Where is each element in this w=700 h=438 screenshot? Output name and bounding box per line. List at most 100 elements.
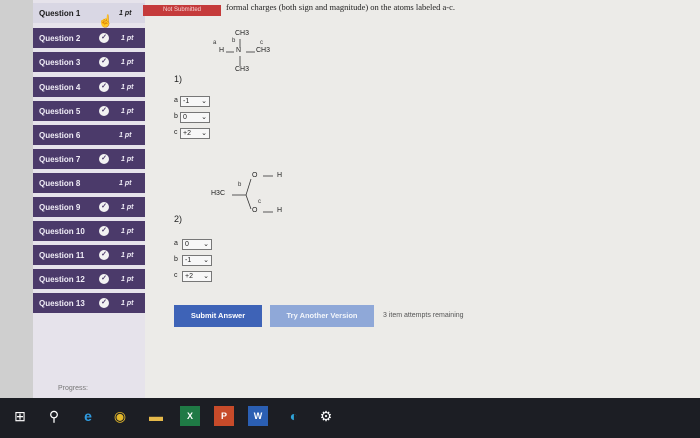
points-label: 1 pt <box>121 34 134 42</box>
file-explorer-icon[interactable]: ▬ <box>146 406 166 426</box>
question-label: Question 5 <box>39 106 81 116</box>
points-label: 1 pt <box>121 107 134 115</box>
part-1-number: 1) <box>174 74 183 84</box>
selected-value: 0 <box>185 241 189 248</box>
points-label: 1 pt <box>121 58 134 66</box>
sidebar-item-question-1[interactable]: Question 1 1 pt <box>33 3 145 23</box>
points-label: 1 pt <box>121 227 134 235</box>
sidebar-item-question-3[interactable]: Question 3 ✓ 1 pt <box>33 52 145 72</box>
status-badge: Not Submitted <box>143 5 221 16</box>
check-icon: ✓ <box>99 154 109 164</box>
methyl-top: CH3 <box>235 30 250 37</box>
check-icon: ✓ <box>99 33 109 43</box>
question-label: Question 7 <box>39 154 81 164</box>
question-label: Question 1 <box>39 8 81 18</box>
search-icon[interactable]: ⚲ <box>44 406 64 426</box>
question-label: Question 6 <box>39 130 81 140</box>
chevron-down-icon: ⌄ <box>203 241 209 248</box>
molecule-1-bonds <box>226 39 255 66</box>
sidebar-item-question-8[interactable]: Question 8 1 pt <box>33 173 145 193</box>
answer-select-1c[interactable]: +2 ⌄ <box>180 128 210 139</box>
points-label: 1 pt <box>119 9 132 17</box>
points-label: 1 pt <box>119 131 132 139</box>
label-b: b <box>232 38 236 44</box>
edge-icon[interactable]: e <box>78 406 98 426</box>
points-label: 1 pt <box>119 179 132 187</box>
selected-value: +2 <box>185 273 193 280</box>
label-a: a <box>213 40 217 46</box>
attempts-remaining: 3 item attempts remaining <box>383 312 464 319</box>
points-label: 1 pt <box>121 251 134 259</box>
selected-value: -1 <box>185 257 192 264</box>
methyl-bottom: CH3 <box>235 66 250 73</box>
sidebar-item-question-5[interactable]: Question 5 ✓ 1 pt <box>33 101 145 121</box>
check-icon: ✓ <box>99 57 109 67</box>
settings-icon[interactable]: ⚙ <box>316 406 336 426</box>
question-label: Question 9 <box>39 202 81 212</box>
check-icon: ✓ <box>99 298 109 308</box>
answer-label-a: a <box>174 97 178 104</box>
check-icon: ✓ <box>99 202 109 212</box>
answer-select-2a[interactable]: 0 ⌄ <box>182 239 212 250</box>
points-label: 1 pt <box>121 299 134 307</box>
answer-label-a: a <box>174 240 178 247</box>
points-label: 1 pt <box>121 203 134 211</box>
check-icon: ✓ <box>99 274 109 284</box>
sidebar-item-question-10[interactable]: Question 10 ✓ 1 pt <box>33 221 145 241</box>
answer-select-2b[interactable]: -1 ⌄ <box>182 255 212 266</box>
points-label: 1 pt <box>121 275 134 283</box>
sidebar-item-question-11[interactable]: Question 11 ✓ 1 pt <box>33 245 145 265</box>
sidebar-item-question-4[interactable]: Question 4 ✓ 1 pt <box>33 77 145 97</box>
chrome-icon[interactable]: ◉ <box>110 406 130 426</box>
chevron-down-icon: ⌄ <box>203 257 209 264</box>
question-label: Question 12 <box>39 274 85 284</box>
part-2-number: 2) <box>174 214 183 224</box>
submit-answer-button[interactable]: Submit Answer <box>174 305 262 327</box>
selected-value: +2 <box>183 130 191 137</box>
points-label: 1 pt <box>121 83 134 91</box>
try-another-version-button[interactable]: Try Another Version <box>270 305 374 327</box>
answer-select-2c[interactable]: +2 ⌄ <box>182 271 212 282</box>
sidebar-item-question-13[interactable]: Question 13 ✓ 1 pt <box>33 293 145 313</box>
question-prompt: formal charges (both sign and magnitude)… <box>226 2 456 12</box>
screen: Question 1 1 pt Question 2 ✓ 1 pt Questi… <box>0 0 700 438</box>
sidebar-item-question-12[interactable]: Question 12 ✓ 1 pt <box>33 269 145 289</box>
check-icon: ✓ <box>99 250 109 260</box>
taskbar <box>0 398 700 438</box>
answer-select-1b[interactable]: 0 ⌄ <box>180 112 210 123</box>
atom-n: N <box>236 47 242 54</box>
powerpoint-icon[interactable]: P <box>214 406 234 426</box>
atom-h-top: H <box>277 172 283 179</box>
question-label: Question 8 <box>39 178 81 188</box>
question-label: Question 13 <box>39 298 85 308</box>
answer-select-1a[interactable]: -1 ⌄ <box>180 96 210 107</box>
windows-icon[interactable]: ⊞ <box>10 406 30 426</box>
atom-h: H <box>219 47 225 54</box>
selected-value: -1 <box>183 98 190 105</box>
sidebar-item-question-9[interactable]: Question 9 ✓ 1 pt <box>33 197 145 217</box>
question-label: Question 10 <box>39 226 85 236</box>
word-icon[interactable]: W <box>248 406 268 426</box>
chevron-down-icon: ⌄ <box>201 98 207 105</box>
hand-cursor-icon: ☝ <box>98 14 113 28</box>
progress-label: Progress: <box>58 385 88 392</box>
question-label: Question 2 <box>39 33 81 43</box>
sidebar-item-question-7[interactable]: Question 7 ✓ 1 pt <box>33 149 145 169</box>
label-c: c <box>260 40 263 46</box>
excel-icon[interactable]: X <box>180 406 200 426</box>
check-icon: ✓ <box>99 106 109 116</box>
left-margin <box>0 0 33 400</box>
chevron-down-icon: ⌄ <box>201 130 207 137</box>
check-icon: ✓ <box>99 82 109 92</box>
answer-label-b: b <box>174 256 178 263</box>
check-icon: ✓ <box>99 226 109 236</box>
edge-new-icon[interactable]: ◐ <box>284 406 304 426</box>
question-label: Question 11 <box>39 250 85 260</box>
sidebar-item-question-2[interactable]: Question 2 ✓ 1 pt <box>33 28 145 48</box>
methyl-left: H3C <box>211 190 226 197</box>
label-c: c <box>258 199 261 205</box>
sidebar-item-question-6[interactable]: Question 6 1 pt <box>33 125 145 145</box>
chevron-down-icon: ⌄ <box>203 273 209 280</box>
methyl-right: CH3 <box>256 47 271 54</box>
answer-label-c: c <box>174 129 178 136</box>
